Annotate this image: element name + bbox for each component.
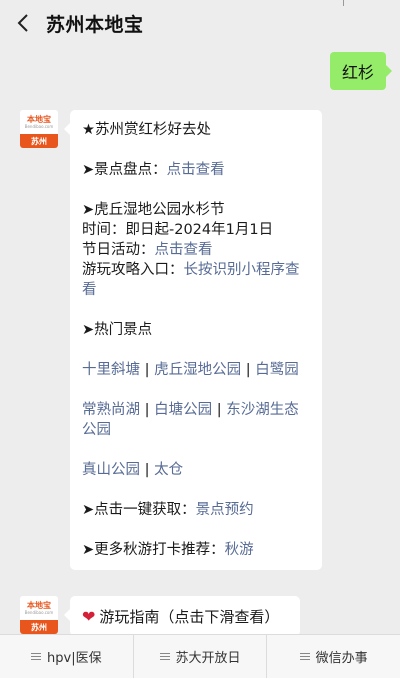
spot-link[interactable]: 虎丘湿地公园 [154,362,241,378]
menu-divider [343,0,344,6]
guide-link-cont[interactable]: 看 [82,282,97,298]
hot-spots-row-1: 十里斜塘 | 虎丘湿地公园 | 白鹭园 [82,362,299,378]
menu-icon [299,651,310,662]
article-heading: ★苏州赏红杉好去处 [82,122,211,138]
chevron-left-icon [17,14,28,32]
guide-message-text: 游玩指南（点击下滑查看） [99,607,280,626]
official-account-avatar-2[interactable]: 本地宝 Bendibao.com 苏州 [20,596,58,634]
top-nav-bar: 苏州本地宝 [0,0,400,46]
user-message: 红杉 [330,52,392,90]
hot-spots-row-3: 真山公园 | 太仓 [82,462,184,478]
page-title: 苏州本地宝 [46,13,144,36]
avatar-logo-sub: Bendibao.com [24,609,54,615]
spot-link[interactable]: 白塘公园 [154,402,212,418]
spot-link[interactable]: 常熟尚湖 [82,402,140,418]
back-button[interactable] [0,0,46,46]
menu-icon [31,651,42,662]
more-line: ➤更多秋游打卡推荐：秋游 [82,542,254,558]
bottom-menu-bar: hpv|医保 苏大开放日 微信办事 [0,634,400,678]
spot-link[interactable]: 太仓 [154,462,183,478]
spot-link[interactable]: 白鹭园 [255,362,299,378]
avatar-city: 苏州 [20,134,58,148]
avatar-logo-text: 本地宝 [27,600,51,610]
menu-tab-open-day[interactable]: 苏大开放日 [134,635,268,678]
spot-link[interactable]: 东沙湖生态 [226,402,299,418]
spot-link-cont[interactable]: 公园 [82,422,111,438]
activity-line: 节日活动：点击查看 [82,242,213,258]
avatar-city: 苏州 [20,620,58,634]
spots-line: ➤景点盘点：点击查看 [82,162,225,178]
guide-message-bubble[interactable]: ❤ 游玩指南（点击下滑查看） [64,596,300,636]
spots-link[interactable]: 点击查看 [167,162,225,178]
guide-link[interactable]: 长按识别小程序查 [184,262,300,278]
official-account-avatar[interactable]: 本地宝 Bendibao.com 苏州 [20,110,58,148]
menu-tab-wechat-service[interactable]: 微信办事 [267,635,400,678]
user-message-bubble[interactable]: 红杉 [330,52,392,90]
more-link[interactable]: 秋游 [225,542,254,558]
reply-message-bubble: ★苏州赏红杉好去处 ➤景点盘点：点击查看 ➤虎丘湿地公园水杉节 时间：即日起-2… [64,110,322,570]
reserve-line: ➤点击一键获取：景点预约 [82,502,254,518]
avatar-logo-text: 本地宝 [27,114,51,124]
hot-spots-title: ➤热门景点 [82,322,153,338]
guide-line: 游玩攻略入口：长按识别小程序查看 [82,262,300,298]
menu-icon [159,651,170,662]
hot-spots-row-2: 常熟尚湖 | 白塘公园 | 东沙湖生态 公园 [82,402,299,438]
reserve-link[interactable]: 景点预约 [196,502,254,518]
festival-section: ➤虎丘湿地公园水杉节 时间：即日起-2024年1月1日 节日活动：点击查看 游玩… [82,200,310,300]
festival-time: 时间：即日起-2024年1月1日 [82,222,274,238]
festival-title: ➤虎丘湿地公园水杉节 [82,202,225,218]
spot-link[interactable]: 真山公园 [82,462,140,478]
avatar-logo-sub: Bendibao.com [24,123,54,129]
heart-icon: ❤ [82,606,96,626]
reply-content: ★苏州赏红杉好去处 ➤景点盘点：点击查看 ➤虎丘湿地公园水杉节 时间：即日起-2… [82,120,310,560]
spot-link[interactable]: 十里斜塘 [82,362,140,378]
activity-link[interactable]: 点击查看 [155,242,213,258]
menu-tab-hpv[interactable]: hpv|医保 [0,635,134,678]
